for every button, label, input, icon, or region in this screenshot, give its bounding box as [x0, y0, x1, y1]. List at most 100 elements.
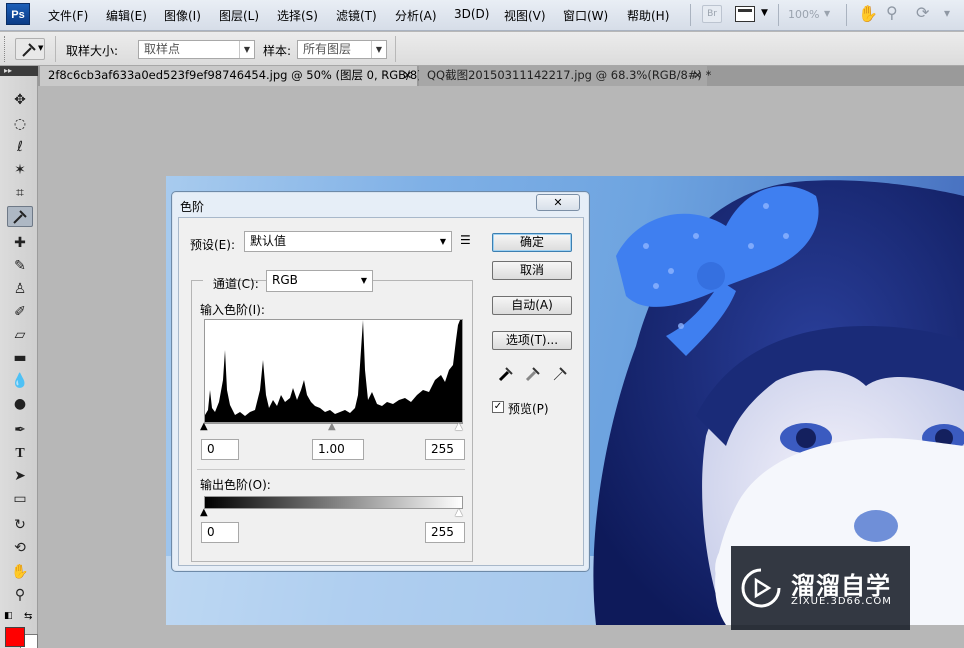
output-white-slider[interactable]: ▲ [455, 507, 463, 518]
input-gamma-field[interactable]: 1.00 [312, 439, 364, 460]
watermark-url: ZIXUE.3D66.COM [791, 596, 892, 607]
ok-button[interactable]: 确定 [492, 233, 572, 252]
gamma-slider[interactable]: ▲ [328, 421, 336, 432]
swap-colors-icon[interactable]: ⇆ [24, 611, 32, 622]
path-selection-tool-icon[interactable]: ➤ [7, 466, 33, 487]
menu-view[interactable]: 视图(V) [504, 7, 546, 24]
sample-label: 样本: [263, 44, 292, 58]
preview-checkbox[interactable]: ✓ [492, 401, 504, 413]
preview-label[interactable]: 预览(P) [508, 400, 549, 417]
eyedropper-tool-icon[interactable] [7, 206, 33, 227]
play-logo-icon [741, 568, 781, 608]
close-icon[interactable]: ✕ [693, 66, 702, 85]
black-point-slider[interactable]: ▲ [200, 421, 208, 432]
3d-orbit-tool-icon[interactable]: ⟲ [7, 538, 33, 559]
sample-size-value: 取样点 [144, 42, 181, 56]
chevron-down-icon[interactable]: ▾ [944, 6, 950, 20]
menu-3d[interactable]: 3D(D) [454, 7, 489, 21]
sample-select[interactable]: 所有图层 ▼ [297, 40, 387, 59]
menu-filter[interactable]: 滤镜(T) [336, 7, 377, 24]
zoom-level[interactable]: 100% [788, 8, 819, 21]
zoom-tool-icon[interactable]: ⚲ [7, 585, 33, 606]
chevron-down-icon[interactable]: ▼ [824, 9, 830, 18]
rotate-view-icon[interactable]: ⟳ [916, 3, 929, 22]
output-black-slider[interactable]: ▲ [200, 507, 208, 518]
white-eyedropper-icon[interactable] [551, 365, 569, 383]
close-icon: ✕ [553, 196, 563, 209]
chevron-down-icon: ▼ [439, 237, 446, 246]
histogram [204, 319, 463, 423]
move-tool-icon[interactable]: ✥ [7, 90, 33, 111]
shape-tool-icon[interactable]: ▭ [7, 489, 33, 510]
chevron-down-icon: ▼ [239, 41, 254, 58]
panel-collapse-icon[interactable]: ▸▸ [0, 66, 38, 76]
dodge-tool-icon[interactable]: ● [7, 394, 33, 415]
input-levels-label: 输入色阶(I): [200, 303, 265, 317]
channel-select[interactable]: RGB ▼ [266, 270, 373, 292]
zoom-tool-icon[interactable]: ⚲ [886, 3, 898, 22]
dialog-title: 色阶 [180, 200, 205, 214]
lasso-tool-icon[interactable]: ℓ [7, 137, 33, 158]
chevron-down-icon[interactable]: ▼ [761, 8, 768, 18]
sample-size-select[interactable]: 取样点 ▼ [138, 40, 255, 59]
menu-analysis[interactable]: 分析(A) [395, 7, 437, 24]
output-black-field[interactable]: 0 [201, 522, 239, 543]
separator [55, 36, 56, 62]
history-brush-tool-icon[interactable]: ✐ [7, 302, 33, 323]
eraser-tool-icon[interactable]: ▱ [7, 325, 33, 346]
type-tool-icon[interactable]: T [7, 443, 33, 464]
white-point-slider[interactable]: ▲ [455, 421, 463, 432]
default-colors-icon[interactable]: ◧ [4, 611, 13, 621]
menu-layer[interactable]: 图层(L) [219, 7, 259, 24]
menu-edit[interactable]: 编辑(E) [106, 7, 147, 24]
menu-bar: Ps 文件(F) 编辑(E) 图像(I) 图层(L) 选择(S) 滤镜(T) 分… [0, 0, 964, 31]
menu-file[interactable]: 文件(F) [48, 7, 88, 24]
hand-tool-icon[interactable]: ✋ [858, 4, 878, 23]
blur-tool-icon[interactable]: 💧 [7, 371, 33, 392]
separator [846, 4, 847, 26]
group-label-gap [203, 271, 213, 291]
screen-mode-icon[interactable] [735, 6, 755, 22]
tab-label: 2f8c6cb3af633a0ed523f9ef98746454.jpg @ 5… [48, 68, 432, 82]
bridge-button[interactable]: Br [702, 5, 722, 23]
close-icon[interactable]: ✕ [403, 66, 412, 85]
channel-label: 通道(C): [213, 277, 259, 291]
preset-options-icon[interactable]: ☰ [460, 233, 471, 247]
menu-select[interactable]: 选择(S) [277, 7, 318, 24]
options-bar: ▼ 取样大小: 取样点 ▼ 样本: 所有图层 ▼ [0, 32, 964, 66]
cancel-button[interactable]: 取消 [492, 261, 572, 280]
hand-tool-icon[interactable]: ✋ [7, 562, 33, 583]
pen-tool-icon[interactable]: ✒ [7, 420, 33, 441]
options-button[interactable]: 选项(T)... [492, 331, 572, 350]
sample-size-label: 取样大小: [66, 44, 119, 58]
gray-eyedropper-icon[interactable] [524, 365, 542, 383]
foreground-color-swatch[interactable] [5, 627, 25, 647]
3d-rotate-tool-icon[interactable]: ↻ [7, 515, 33, 536]
menu-help[interactable]: 帮助(H) [627, 7, 669, 24]
grip-handle[interactable] [4, 36, 7, 62]
input-white-field[interactable]: 255 [425, 439, 465, 460]
output-white-field[interactable]: 255 [425, 522, 465, 543]
menu-image[interactable]: 图像(I) [164, 7, 201, 24]
black-eyedropper-icon[interactable] [497, 365, 515, 383]
marquee-tool-icon[interactable]: ◌ [7, 114, 33, 135]
close-button[interactable]: ✕ [536, 194, 580, 211]
clone-stamp-tool-icon[interactable]: ♙ [7, 279, 33, 300]
tab-document-2[interactable]: QQ截图20150311142217.jpg @ 68.3%(RGB/8#) *… [419, 66, 711, 86]
levels-dialog: 色阶 ✕ 预设(E): 默认值 ▼ ☰ 通道(C): RGB ▼ 输入色阶(I)… [171, 191, 590, 572]
preset-select[interactable]: 默认值 ▼ [244, 231, 452, 252]
brush-tool-icon[interactable]: ✎ [7, 256, 33, 277]
crop-tool-icon[interactable]: ⌗ [7, 183, 33, 204]
gradient-tool-icon[interactable]: ▬ [7, 348, 33, 369]
eyedropper-icon [22, 43, 36, 57]
input-black-field[interactable]: 0 [201, 439, 239, 460]
histogram-graph [205, 320, 462, 422]
tab-document-1[interactable]: 2f8c6cb3af633a0ed523f9ef98746454.jpg @ 5… [40, 66, 431, 86]
menu-window[interactable]: 窗口(W) [563, 7, 608, 24]
auto-button[interactable]: 自动(A) [492, 296, 572, 315]
output-gradient-bar [204, 496, 463, 509]
photoshop-logo: Ps [6, 3, 30, 25]
magic-wand-tool-icon[interactable]: ✶ [7, 160, 33, 181]
tool-preset-picker[interactable]: ▼ [15, 38, 45, 60]
healing-brush-tool-icon[interactable]: ✚ [7, 233, 33, 254]
